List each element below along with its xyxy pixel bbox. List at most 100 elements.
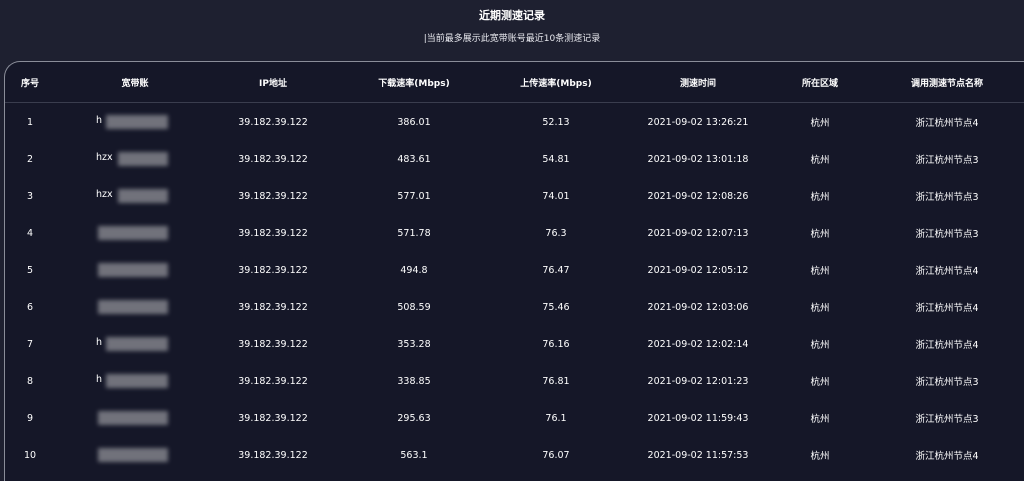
account-cell: hzx: [65, 178, 205, 214]
table-row: 3 hzx 39.182.39.122 577.01 74.01 2021-09…: [5, 178, 1024, 214]
redaction-mask: [118, 152, 168, 166]
upload-cell: 76.3: [545, 227, 567, 239]
account-cell: [65, 289, 205, 325]
ip-cell: 39.182.39.122: [238, 449, 308, 461]
time-cell: 2021-09-02 13:26:21: [647, 116, 749, 128]
row-index: 2: [26, 153, 34, 165]
column-header-download: 下载速率(Mbps): [378, 78, 450, 89]
row-index: 10: [23, 449, 37, 461]
time-cell: 2021-09-02 11:59:43: [647, 412, 749, 424]
redaction-mask: [106, 374, 168, 388]
redaction-mask: [106, 337, 168, 351]
download-cell: 386.01: [397, 116, 431, 128]
region-cell: 杭州: [810, 340, 830, 351]
account-cell: [65, 252, 205, 288]
ip-cell: 39.182.39.122: [238, 116, 308, 128]
upload-cell: 52.13: [542, 116, 570, 128]
table-row: 7 h 39.182.39.122 353.28 76.16 2021-09-0…: [5, 326, 1024, 362]
account-cell: h: [65, 104, 205, 140]
time-cell: 2021-09-02 11:57:53: [647, 449, 749, 461]
node-cell: 浙江杭州节点3: [915, 414, 979, 425]
download-cell: 353.28: [397, 338, 431, 350]
table-row: 6 39.182.39.122 508.59 75.46 2021-09-02 …: [5, 289, 1024, 325]
upload-cell: 76.1: [545, 412, 567, 424]
time-cell: 2021-09-02 12:08:26: [647, 190, 749, 202]
column-header-node: 调用测速节点名称: [910, 78, 983, 89]
account-text: h: [96, 337, 103, 348]
upload-cell: 76.07: [542, 449, 570, 461]
ip-cell: 39.182.39.122: [238, 301, 308, 313]
account-cell: h: [65, 326, 205, 362]
region-cell: 杭州: [810, 414, 830, 425]
column-header-ip: IP地址: [259, 78, 287, 89]
node-cell: 浙江杭州节点3: [915, 229, 979, 240]
column-header-account: 宽带账: [121, 78, 149, 89]
download-cell: 508.59: [397, 301, 431, 313]
upload-cell: 76.47: [542, 264, 570, 276]
ip-cell: 39.182.39.122: [238, 190, 308, 202]
redaction-mask: [98, 411, 168, 425]
redaction-mask: [98, 300, 168, 314]
region-cell: 杭州: [810, 229, 830, 240]
time-cell: 2021-09-02 12:01:23: [647, 375, 749, 387]
time-cell: 2021-09-02 12:03:06: [647, 301, 749, 313]
upload-cell: 54.81: [542, 153, 570, 165]
time-cell: 2021-09-02 12:02:14: [647, 338, 749, 350]
node-cell: 浙江杭州节点3: [915, 155, 979, 166]
download-cell: 295.63: [397, 412, 431, 424]
redaction-mask: [98, 263, 168, 277]
table-row: 9 39.182.39.122 295.63 76.1 2021-09-02 1…: [5, 400, 1024, 436]
upload-cell: 76.16: [542, 338, 570, 350]
download-cell: 563.1: [400, 449, 428, 461]
column-header-index: 序号: [20, 78, 39, 89]
upload-cell: 74.01: [542, 190, 570, 202]
ip-cell: 39.182.39.122: [238, 412, 308, 424]
download-cell: 494.8: [400, 264, 428, 276]
download-cell: 483.61: [397, 153, 431, 165]
redaction-mask: [98, 448, 168, 462]
table-row: 8 h 39.182.39.122 338.85 76.81 2021-09-0…: [5, 363, 1024, 399]
ip-cell: 39.182.39.122: [238, 338, 308, 350]
page-subtitle: |当前最多展示此宽带账号最近10条测速记录: [423, 34, 601, 44]
table-row: 10 39.182.39.122 563.1 76.07 2021-09-02 …: [5, 437, 1024, 473]
account-text: h: [96, 374, 103, 385]
table-row: 1 h 39.182.39.122 386.01 52.13 2021-09-0…: [5, 104, 1024, 140]
time-cell: 2021-09-02 13:01:18: [647, 153, 749, 165]
region-cell: 杭州: [810, 451, 830, 462]
row-index: 7: [26, 338, 34, 350]
ip-cell: 39.182.39.122: [238, 375, 308, 387]
time-cell: 2021-09-02 12:07:13: [647, 227, 749, 239]
row-index: 8: [26, 375, 34, 387]
region-cell: 杭州: [810, 303, 830, 314]
ip-cell: 39.182.39.122: [238, 153, 308, 165]
redaction-mask: [98, 226, 168, 240]
table-row: 2 hzx 39.182.39.122 483.61 54.81 2021-09…: [5, 141, 1024, 177]
node-cell: 浙江杭州节点4: [915, 451, 979, 462]
account-cell: hzx: [65, 141, 205, 177]
row-index: 6: [26, 301, 34, 313]
ip-cell: 39.182.39.122: [238, 264, 308, 276]
redaction-mask: [118, 189, 168, 203]
redaction-mask: [106, 115, 168, 129]
region-cell: 杭州: [810, 192, 830, 203]
download-cell: 571.78: [397, 227, 431, 239]
region-cell: 杭州: [810, 377, 830, 388]
row-index: 9: [26, 412, 34, 424]
account-cell: [65, 400, 205, 436]
row-index: 5: [26, 264, 34, 276]
column-header-upload: 上传速率(Mbps): [520, 78, 592, 89]
row-index: 4: [26, 227, 34, 239]
download-cell: 338.85: [397, 375, 431, 387]
node-cell: 浙江杭州节点4: [915, 303, 979, 314]
column-header-region: 所在区域: [801, 78, 838, 89]
row-index: 1: [26, 116, 34, 128]
download-cell: 577.01: [397, 190, 431, 202]
account-cell: [65, 437, 205, 473]
region-cell: 杭州: [810, 266, 830, 277]
account-text: hzx: [96, 152, 113, 163]
account-cell: [65, 215, 205, 251]
node-cell: 浙江杭州节点4: [915, 340, 979, 351]
account-cell: h: [65, 363, 205, 399]
ip-cell: 39.182.39.122: [238, 227, 308, 239]
node-cell: 浙江杭州节点3: [915, 192, 979, 203]
